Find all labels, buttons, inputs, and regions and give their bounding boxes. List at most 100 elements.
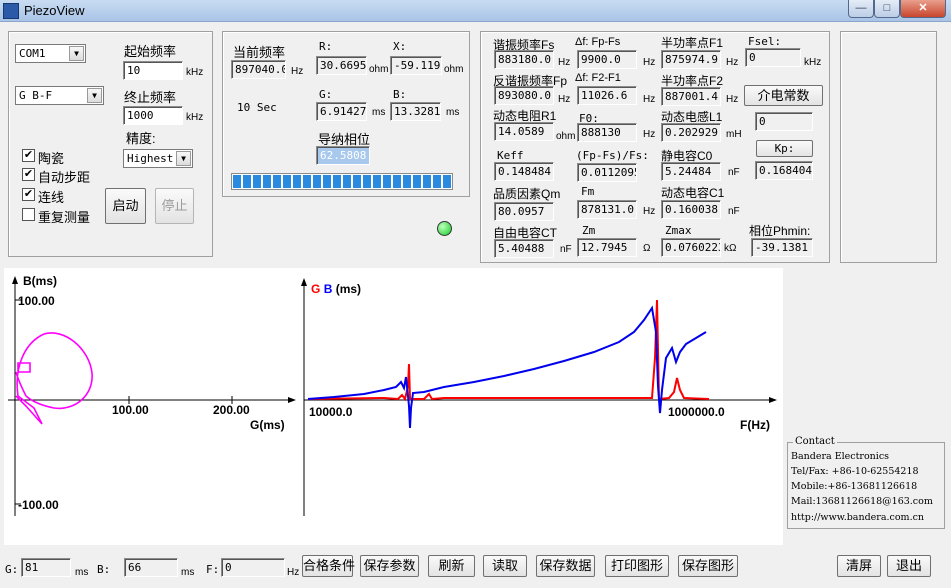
timer-text: 10 Sec (237, 101, 277, 114)
f0-unit: Hz (643, 129, 656, 140)
bottom-f-value: 0 (221, 558, 285, 577)
dielectric-button[interactable]: 介电常数 (744, 85, 823, 106)
checkbox-repeat-box[interactable] (22, 208, 35, 221)
qm-value: 80.0957 (494, 202, 554, 221)
b-value: 13.3281 (390, 102, 441, 121)
kp-value: 0.168404 (755, 161, 813, 180)
df2-unit: Hz (643, 94, 656, 105)
window-title: PiezoView (24, 3, 85, 18)
bottom-f-unit: Hz (287, 567, 300, 578)
clear-screen-button[interactable]: 清屏 (837, 555, 881, 577)
zm-unit: Ω (643, 243, 651, 254)
spectrum-ylabel: G B (ms) (311, 282, 361, 296)
current-freq-value: 897040.0 (231, 60, 286, 79)
print-graph-button[interactable]: 打印图形 (605, 555, 669, 577)
port-select[interactable]: COM1 ▼ (15, 44, 86, 63)
f0-value: 888130 (577, 123, 637, 142)
spectrum-ylabel-b: B (323, 282, 333, 296)
start-freq-label: 起始频率 (124, 44, 177, 59)
contact-website: http://www.bandera.com.cn (791, 512, 925, 523)
kp-button[interactable]: Kp: (756, 140, 813, 157)
measurement-panel: 当前频率 897040.0 Hz R: 30.6695 ohm X: -59.1… (222, 31, 470, 197)
contact-mail: Mail:13681126618@163.com (791, 496, 933, 507)
r-value: 30.6695 (316, 56, 367, 75)
checkbox-auto-step-label: 自动步距 (38, 170, 91, 185)
g-unit: ms (372, 107, 386, 118)
fm-label: Fm (581, 185, 595, 198)
fsel-input[interactable]: 0 (745, 48, 801, 67)
start-button[interactable]: 启动 (105, 188, 146, 224)
df2-value: 11026.6 (577, 86, 637, 105)
contact-mobile: Mobile:+86-13681126618 (791, 481, 918, 492)
checkbox-ceramic-box[interactable]: ✔ (22, 149, 35, 162)
save-params-button[interactable]: 保存参数 (360, 555, 419, 577)
side-panel (840, 31, 937, 263)
c0-unit: nF (728, 167, 740, 178)
c0-value: 5.24484 (661, 162, 721, 181)
stop-button[interactable]: 停止 (155, 188, 194, 224)
start-freq-input[interactable]: 10 (123, 61, 183, 80)
g-value: 6.91427 (316, 102, 367, 121)
admittance-ylabel: B(ms) (23, 274, 58, 288)
f1-value: 875974.9 (661, 50, 721, 69)
refresh-button[interactable]: 刷新 (428, 555, 475, 577)
fsel-unit: kHz (804, 57, 822, 68)
l1-value: 0.202929 (661, 123, 721, 142)
fp-value: 893080.0 (494, 86, 554, 105)
precision-select[interactable]: Highest ▼ (123, 149, 193, 168)
save-data-button[interactable]: 保存数据 (536, 555, 595, 577)
admittance-x-tick-1: 100.00 (112, 403, 149, 417)
current-freq-unit: Hz (291, 66, 304, 77)
checkbox-repeat-label: 重复测量 (38, 210, 91, 225)
spectrum-xlabel: F(Hz) (740, 418, 770, 432)
bottom-g-value: 81 (21, 558, 71, 577)
contact-title: Contact (793, 436, 837, 447)
fs-value: 883180.0 (494, 50, 554, 69)
fm-value: 878131.0 (577, 200, 637, 219)
f2-value: 887001.4 (661, 87, 721, 106)
b-label: B: (393, 88, 407, 101)
bottom-g-label: G: (5, 563, 19, 576)
contact-box: Contact Bandera Electronics Tel/Fax: +86… (787, 436, 945, 529)
g-label: G: (319, 88, 333, 101)
ratio-value: 0.0112095 (577, 163, 637, 182)
title-bar: PiezoView — □ ✕ (0, 0, 951, 22)
admittance-y-top-tick: 100.00 (18, 294, 55, 308)
control-panel: COM1 ▼ G B-F ▼ 起始频率 10 kHz 终止频率 1000 kHz… (8, 31, 213, 257)
read-button[interactable]: 读取 (483, 555, 527, 577)
x-unit: ohm (444, 64, 464, 75)
checkbox-connect-line-box[interactable]: ✔ (22, 188, 35, 201)
l1-unit: mH (726, 129, 742, 140)
checkbox-auto-step-box[interactable]: ✔ (22, 168, 35, 181)
end-freq-input[interactable]: 1000 (123, 106, 183, 125)
zmax-value: 0.0760223 (661, 238, 721, 257)
mode-select[interactable]: G B-F ▼ (15, 86, 104, 105)
port-value: COM1 (19, 47, 46, 60)
f1-label: 半功率点F1 (661, 36, 724, 50)
pass-criteria-button[interactable]: 合格条件 (302, 555, 355, 577)
close-button[interactable]: ✕ (900, 0, 946, 18)
c1-unit: nF (728, 206, 740, 217)
g-curve (307, 299, 710, 402)
df1-value: 9900.0 (577, 50, 637, 69)
ratio-label: (Fp-Fs)/Fs: (576, 149, 649, 162)
f1-unit: Hz (726, 57, 739, 68)
start-freq-unit: kHz (186, 67, 204, 78)
dielectric-value: 0 (755, 112, 813, 131)
save-graph-button[interactable]: 保存图形 (678, 555, 738, 577)
zmax-label: Zmax (665, 224, 692, 237)
f2-unit: Hz (726, 94, 739, 105)
bottom-b-value: 66 (124, 558, 178, 577)
r1-unit: ohm (556, 131, 576, 142)
chevron-down-icon: ▼ (69, 46, 84, 61)
x-value: -59.1191 (390, 56, 442, 75)
minimize-button[interactable]: — (848, 0, 874, 18)
maximize-button[interactable]: □ (874, 0, 900, 18)
x-label: X: (393, 40, 407, 53)
b-curve (307, 305, 707, 429)
mode-value: G B-F (19, 89, 53, 102)
plot-area: B(ms) 100.00 -100.00 100.00 200.00 G(ms)… (4, 268, 783, 545)
admittance-y-bottom-tick: -100.00 (18, 498, 59, 512)
qm-label: 品质因素Qm (493, 187, 561, 201)
exit-button[interactable]: 退出 (887, 555, 931, 577)
